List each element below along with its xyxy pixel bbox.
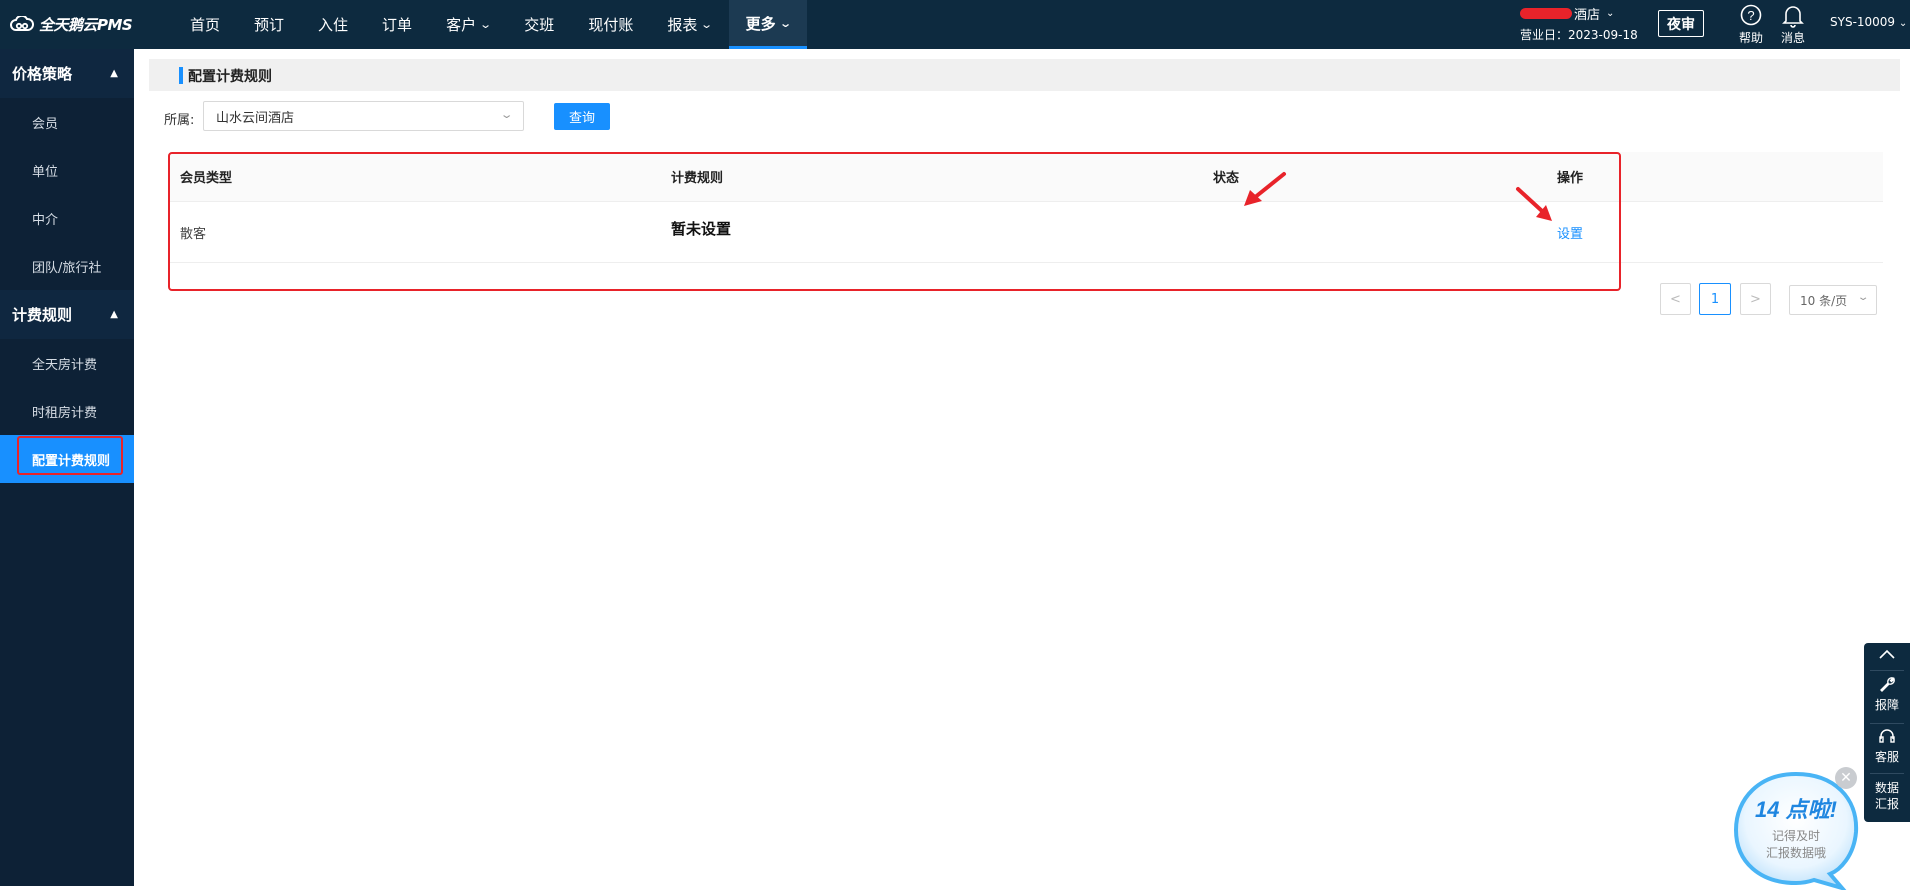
sidebar-item-hourly-billing[interactable]: 时租房计费 [0, 387, 134, 435]
nav-label: 预订 [254, 16, 285, 34]
hotel-selector[interactable]: 酒店 ⌄ 营业日：2023-09-18 [1520, 4, 1650, 43]
hotel-filter-select[interactable]: 山水云间酒店 ⌄ [203, 101, 524, 131]
chevron-down-icon: ⌄ [1898, 18, 1908, 29]
sidebar-item-full-day-billing[interactable]: 全天房计费 [0, 339, 134, 387]
prev-page-button[interactable]: < [1660, 283, 1691, 315]
close-icon[interactable]: ✕ [1835, 767, 1857, 789]
customer-service-button[interactable]: 客服 [1864, 727, 1910, 765]
sidebar-item-label: 单位 [32, 164, 59, 180]
app-logo[interactable]: 全天鹅云PMS [10, 13, 133, 35]
nav-label: 首页 [190, 16, 221, 34]
hotel-name: 酒店 [1574, 7, 1601, 23]
nav-checkin[interactable]: 入住 [301, 0, 365, 49]
sidebar-item-group-travel[interactable]: 团队/旅行社 [0, 242, 134, 290]
reminder-headline: 14 点啦! [1755, 797, 1837, 822]
data-report-button[interactable]: 数据汇报 [1873, 780, 1901, 812]
bell-icon [1782, 6, 1804, 28]
nav-label: 入住 [318, 16, 349, 34]
chevron-down-icon: ⌄ [778, 16, 792, 30]
nav-booking[interactable]: 预订 [237, 0, 301, 49]
next-page-button[interactable]: > [1740, 283, 1771, 315]
nav-label: 更多 [745, 14, 776, 33]
highlight-outline [17, 436, 123, 475]
username: SYS-10009 [1830, 15, 1896, 29]
sidebar-item-config-billing-rules[interactable]: 配置计费规则 [0, 435, 134, 483]
redaction-mark [1520, 7, 1572, 19]
chevron-up-icon: ▲ [110, 309, 118, 320]
messages-button[interactable]: 消息 [1773, 3, 1813, 46]
report-issue-button[interactable]: 报障 [1864, 675, 1910, 713]
title-accent-bar [179, 67, 183, 84]
chevron-down-icon: ⌄ [1606, 7, 1615, 19]
page-size-value: 10 条/页 [1800, 293, 1848, 308]
annotation-arrow-status [1244, 172, 1286, 206]
query-button[interactable]: 查询 [554, 103, 610, 130]
reminder-line-1: 记得及时 [1772, 828, 1820, 843]
nav-cash-account[interactable]: 现付账 [571, 0, 650, 49]
sidebar-item-label: 全天房计费 [32, 357, 98, 373]
sidebar-group-label: 计费规则 [12, 306, 73, 324]
user-menu[interactable]: SYS-10009 ⌄ [1830, 15, 1907, 29]
help-icon: ? [1740, 4, 1762, 26]
sidebar-group-price-strategy[interactable]: 价格策略 ▲ [0, 49, 134, 98]
help-button[interactable]: ? 帮助 [1731, 3, 1771, 46]
sidebar-item-unit[interactable]: 单位 [0, 146, 134, 194]
filter-label: 所属: [164, 113, 195, 128]
business-date: 营业日：2023-09-18 [1520, 28, 1638, 42]
reminder-line-2: 汇报数据哦 [1766, 845, 1826, 860]
help-label: 帮助 [1738, 31, 1763, 45]
logo-text: 全天鹅云PMS [39, 15, 133, 34]
customer-service-label: 客服 [1874, 750, 1899, 764]
chevron-down-icon: ⌄ [1856, 292, 1870, 303]
top-bar: 全天鹅云PMS 首页 预订 入住 订单 客户 ⌄ 交班 现付账 报表 ⌄ 更多 ⌄ 酒… [0, 0, 1910, 49]
cloud-logo-icon [10, 16, 34, 31]
floating-toolbar: 报障 客服 数据汇报 [1864, 643, 1910, 822]
wrench-icon [1880, 677, 1895, 692]
chevron-down-icon: ⌄ [700, 18, 714, 31]
sidebar-group-billing-rules[interactable]: 计费规则 ▲ [0, 290, 134, 339]
night-audit-button[interactable]: 夜审 [1658, 10, 1704, 37]
sidebar-item-member[interactable]: 会员 [0, 98, 134, 146]
chevron-down-icon: ⌄ [499, 108, 514, 121]
headset-icon [1879, 729, 1895, 743]
annotation-arrow-action [1516, 187, 1552, 221]
nav-label: 订单 [382, 16, 413, 34]
highlight-frame [168, 152, 1621, 291]
chevron-up-icon: ▲ [110, 68, 118, 79]
sidebar: 价格策略 ▲ 会员 单位 中介 团队/旅行社 计费规则 ▲ 全天房计费 时租房计… [0, 49, 134, 886]
sidebar-group-label: 价格策略 [12, 65, 73, 83]
nav-orders[interactable]: 订单 [365, 0, 429, 49]
nav-label: 客户 [446, 16, 477, 34]
main-nav: 首页 预订 入住 订单 客户 ⌄ 交班 现付账 报表 ⌄ 更多 ⌄ [173, 0, 807, 49]
sidebar-item-agent[interactable]: 中介 [0, 194, 134, 242]
sidebar-item-label: 会员 [32, 116, 59, 132]
page-size-select[interactable]: 10 条/页 ⌄ [1789, 285, 1877, 315]
nav-label: 报表 [667, 16, 698, 34]
sidebar-item-label: 团队/旅行社 [32, 260, 102, 276]
nav-shift[interactable]: 交班 [507, 0, 571, 49]
nav-more[interactable]: 更多 ⌄ [728, 0, 807, 49]
nav-reports[interactable]: 报表 ⌄ [650, 0, 728, 49]
page-title: 配置计费规则 [188, 69, 272, 85]
nav-customers[interactable]: 客户 ⌄ [429, 0, 507, 49]
chevron-down-icon: ⌄ [479, 18, 493, 31]
sidebar-item-label: 中介 [32, 212, 59, 228]
scroll-top-button[interactable] [1864, 647, 1910, 664]
report-issue-label: 报障 [1874, 698, 1899, 712]
nav-label: 现付账 [588, 16, 634, 34]
svg-text:?: ? [1747, 8, 1754, 23]
messages-label: 消息 [1780, 31, 1805, 45]
nav-label: 交班 [524, 16, 555, 34]
section-header: 配置计费规则 [149, 59, 1900, 91]
chevron-up-icon [1879, 649, 1895, 659]
nav-home[interactable]: 首页 [173, 0, 237, 49]
page-1-button[interactable]: 1 [1699, 283, 1731, 315]
sidebar-item-label: 时租房计费 [32, 405, 98, 421]
hotel-filter-value: 山水云间酒店 [216, 110, 295, 126]
